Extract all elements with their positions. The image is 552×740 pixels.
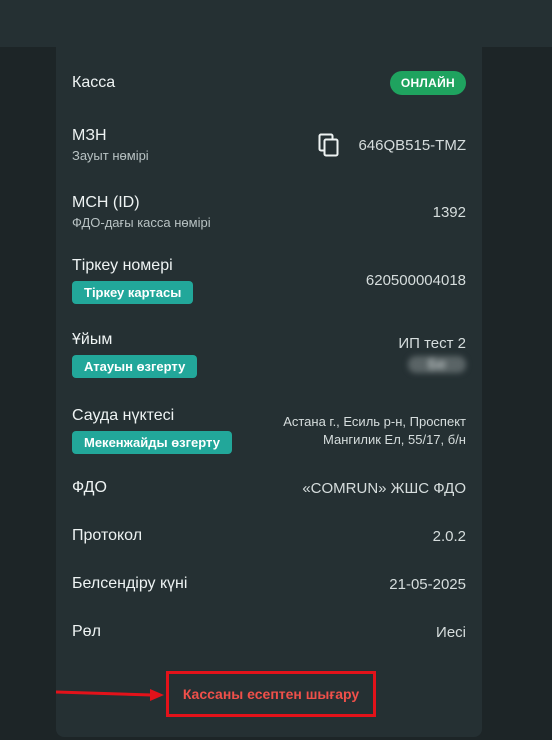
protocol-row: Протокол 2.0.2 [72, 527, 466, 545]
org-row: Ұйым Атауын өзгерту ИП тест 2 Бе [72, 331, 466, 378]
msn-sublabel: ФДО-дағы касса нөмірі [72, 215, 211, 230]
registration-card-button[interactable]: Тіркеу картасы [72, 281, 194, 304]
reg-label: Тіркеу номері [72, 257, 173, 274]
deregister-button[interactable]: Кассаны есептен шығару [166, 671, 376, 717]
serial-sublabel: Зауыт нөмірі [72, 148, 149, 163]
msn-label: МСН (ID) [72, 194, 140, 211]
org-value: ИП тест 2 [398, 335, 466, 352]
point-label: Сауда нүктесі [72, 407, 175, 424]
reg-value: 620500004018 [365, 272, 466, 289]
top-bar [0, 0, 552, 47]
org-redacted-value: Бе [407, 356, 466, 373]
msn-value: 1392 [432, 203, 466, 221]
cash-register-card: Касса ОНЛАЙН МЗН Зауыт нөмірі 646QB515-T… [56, 47, 482, 737]
protocol-value: 2.0.2 [432, 527, 466, 545]
rename-button[interactable]: Атауын өзгерту [72, 355, 198, 378]
address-line-1: Астана г., Есиль р-н, Проспект [283, 413, 466, 429]
activation-row: Белсендіру күні 21-05-2025 [72, 575, 466, 593]
activation-label: Белсендіру күні [72, 575, 188, 592]
role-value: Иесі [436, 623, 466, 641]
serial-value: 646QB515-TMZ [358, 136, 466, 154]
reg-row: Тіркеу номері Тіркеу картасы 62050000401… [72, 257, 466, 304]
activation-value: 21-05-2025 [389, 575, 466, 593]
serial-row: МЗН Зауыт нөмірі 646QB515-TMZ [72, 127, 466, 163]
ofd-label: ФДО [72, 479, 107, 496]
point-row: Сауда нүктесі Мекенжайды өзгерту Астана … [72, 407, 466, 454]
msn-row: МСН (ID) ФДО-дағы касса нөмірі 1392 [72, 194, 466, 230]
role-label: Рөл [72, 623, 101, 640]
deregister-label: Кассаны есептен шығару [182, 686, 360, 702]
status-label: Касса [72, 74, 116, 91]
role-row: Рөл Иесі [72, 623, 466, 641]
serial-label: МЗН [72, 127, 107, 144]
protocol-label: Протокол [72, 527, 143, 544]
org-label: Ұйым [72, 331, 113, 348]
address-line-2: Мангилик Ел, 55/17, б/н [322, 431, 466, 447]
annotation-arrow [56, 689, 164, 701]
ofd-value: «COMRUN» ЖШС ФДО [302, 479, 466, 497]
ofd-row: ФДО «COMRUN» ЖШС ФДО [72, 479, 466, 497]
copy-icon[interactable] [318, 133, 340, 157]
online-badge: ОНЛАЙН [389, 71, 466, 95]
status-row: Касса ОНЛАЙН [72, 71, 466, 95]
change-address-button[interactable]: Мекенжайды өзгерту [72, 431, 232, 454]
